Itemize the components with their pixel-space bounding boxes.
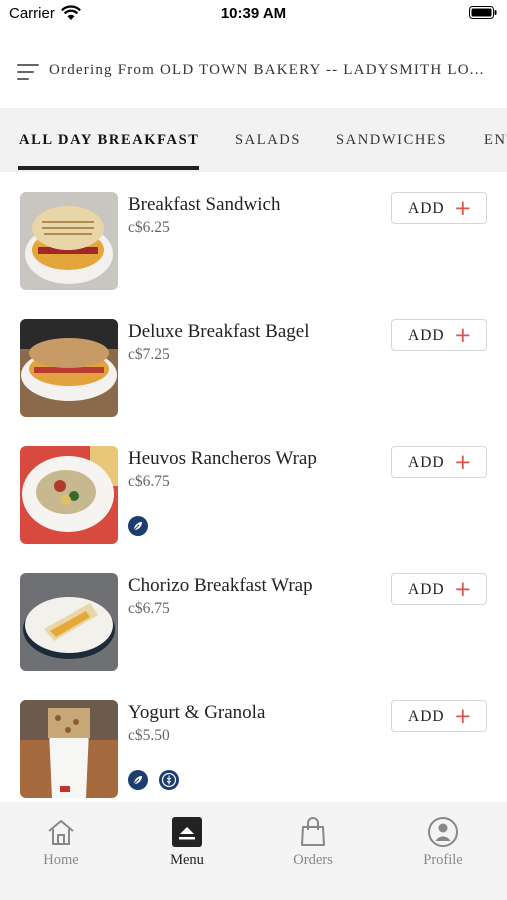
item-price: c$6.75 bbox=[128, 600, 170, 617]
plus-icon: + bbox=[454, 704, 472, 728]
item-name: Heuvos Rancheros Wrap bbox=[128, 448, 317, 469]
vegetarian-icon bbox=[128, 516, 148, 536]
tab-sandwiches[interactable]: SANDWICHES bbox=[336, 132, 447, 149]
menu-item-list[interactable]: Breakfast Sandwich c$6.25 ADD + Deluxe B… bbox=[0, 172, 507, 802]
page-title[interactable]: Ordering From OLD TOWN BAKERY -- LADYSMI… bbox=[49, 62, 494, 79]
menu-item[interactable]: Heuvos Rancheros Wrap c$6.75 ADD + bbox=[0, 446, 507, 556]
add-label: ADD bbox=[408, 200, 445, 217]
bottom-navigation: Home Menu Orders Profile bbox=[0, 802, 507, 900]
nav-home[interactable]: Home bbox=[11, 816, 111, 876]
item-photo bbox=[20, 573, 118, 671]
add-label: ADD bbox=[408, 454, 445, 471]
clock: 10:39 AM bbox=[220, 5, 287, 22]
item-price: c$5.50 bbox=[128, 727, 170, 744]
hamburger-menu-icon[interactable] bbox=[17, 62, 39, 80]
home-icon bbox=[48, 820, 74, 845]
add-button[interactable]: ADD + bbox=[391, 446, 487, 478]
add-label: ADD bbox=[408, 581, 445, 598]
add-button[interactable]: ADD + bbox=[391, 700, 487, 732]
item-name: Chorizo Breakfast Wrap bbox=[128, 575, 313, 596]
header: Ordering From OLD TOWN BAKERY -- LADYSMI… bbox=[0, 48, 507, 94]
gluten-free-icon bbox=[159, 770, 179, 790]
nav-profile[interactable]: Profile bbox=[393, 816, 493, 876]
item-name: Breakfast Sandwich bbox=[128, 194, 281, 215]
item-name: Yogurt & Granola bbox=[128, 702, 266, 723]
menu-item[interactable]: Yogurt & Granola c$5.50 ADD + bbox=[0, 700, 507, 802]
menu-icon bbox=[172, 817, 202, 847]
shopping-bag-icon bbox=[301, 817, 325, 846]
add-button[interactable]: ADD + bbox=[391, 319, 487, 351]
nav-label: Menu bbox=[170, 852, 204, 868]
nav-menu[interactable]: Menu bbox=[137, 816, 237, 876]
plus-icon: + bbox=[454, 450, 472, 474]
battery-icon bbox=[469, 6, 497, 19]
nav-label: Home bbox=[43, 852, 79, 868]
status-bar: Carrier 10:39 AM bbox=[0, 0, 507, 30]
menu-item[interactable]: Deluxe Breakfast Bagel c$7.25 ADD + bbox=[0, 319, 507, 429]
item-price: c$7.25 bbox=[128, 346, 170, 363]
item-name: Deluxe Breakfast Bagel bbox=[128, 321, 310, 342]
menu-item[interactable]: Chorizo Breakfast Wrap c$6.75 ADD + bbox=[0, 573, 507, 683]
add-button[interactable]: ADD + bbox=[391, 573, 487, 605]
plus-icon: + bbox=[454, 196, 472, 220]
item-photo bbox=[20, 446, 118, 544]
plus-icon: + bbox=[454, 323, 472, 347]
nav-label: Orders bbox=[293, 852, 333, 868]
item-photo bbox=[20, 700, 118, 798]
vegetarian-icon bbox=[128, 770, 148, 790]
add-button[interactable]: ADD + bbox=[391, 192, 487, 224]
active-tab-indicator bbox=[18, 166, 199, 170]
nav-label: Profile bbox=[423, 852, 463, 868]
item-photo bbox=[20, 319, 118, 417]
profile-icon bbox=[428, 817, 458, 847]
add-label: ADD bbox=[408, 708, 445, 725]
item-photo bbox=[20, 192, 118, 290]
tab-entrees[interactable]: ENTREES bbox=[484, 132, 507, 149]
item-price: c$6.25 bbox=[128, 219, 170, 236]
menu-item[interactable]: Breakfast Sandwich c$6.25 ADD + bbox=[0, 192, 507, 302]
tab-all-day-breakfast[interactable]: ALL DAY BREAKFAST bbox=[19, 132, 200, 149]
category-tabs: ALL DAY BREAKFAST SALADS SANDWICHES ENTR… bbox=[0, 108, 507, 172]
tab-salads[interactable]: SALADS bbox=[235, 132, 301, 149]
plus-icon: + bbox=[454, 577, 472, 601]
add-label: ADD bbox=[408, 327, 445, 344]
item-price: c$6.75 bbox=[128, 473, 170, 490]
nav-orders[interactable]: Orders bbox=[263, 816, 363, 876]
